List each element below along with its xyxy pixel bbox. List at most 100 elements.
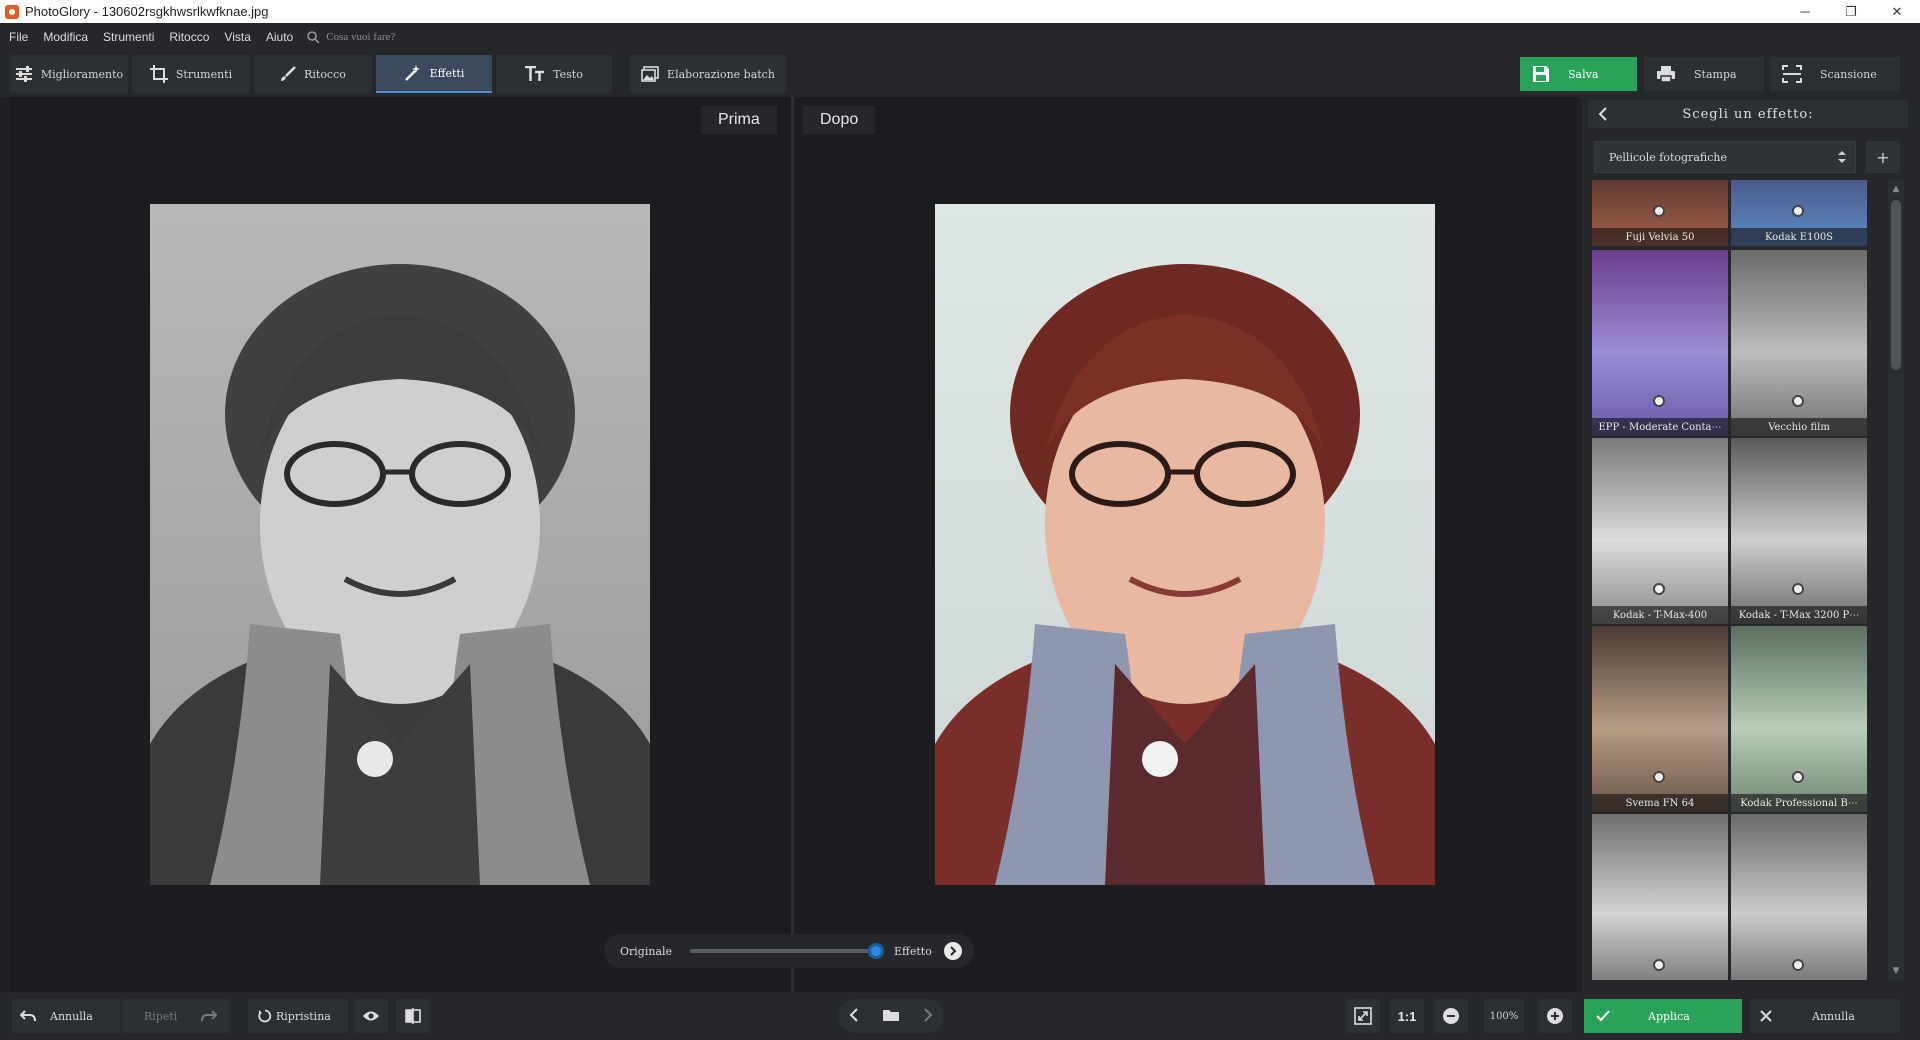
image-stack-icon <box>641 66 659 82</box>
magic-wand-icon <box>404 65 420 81</box>
chevron-left-icon <box>849 1007 859 1022</box>
scroll-up-icon[interactable]: ▲ <box>1891 184 1901 194</box>
original-label: Originale <box>620 944 673 958</box>
thumbnail-marker <box>1792 771 1804 783</box>
fit-to-screen-button[interactable] <box>1346 999 1380 1033</box>
main-toolbar: Miglioramento Strumenti Ritocco Effetti … <box>0 51 1920 97</box>
menu-ritocco[interactable]: Ritocco <box>160 30 215 44</box>
file-navigation <box>838 999 944 1033</box>
tab-testo[interactable]: Testo <box>496 55 612 93</box>
effect-thumbnail[interactable]: Vecchio film <box>1731 250 1867 436</box>
thumbnail-marker <box>1653 583 1665 595</box>
slider-fill <box>690 949 877 953</box>
effect-label: Effetto <box>894 944 932 958</box>
sliders-icon <box>15 66 32 82</box>
add-effect-button[interactable]: + <box>1866 141 1900 173</box>
compare-divider[interactable] <box>791 97 794 992</box>
bottom-bar: Annulla Ripeti Ripristina 1:1 100% Appli… <box>0 992 1920 1040</box>
tab-effetti[interactable]: Effetti <box>376 55 492 93</box>
zoom-out-button[interactable] <box>1434 999 1468 1033</box>
effect-thumbnail-label: Fuji Velvia 50 <box>1592 228 1728 246</box>
effect-thumbnail[interactable]: EPP - Moderate Conta⋯ <box>1592 250 1728 436</box>
scan-button[interactable]: Scansione <box>1770 57 1900 91</box>
effect-thumbnail-label: Kodak Professional B⋯ <box>1731 794 1867 812</box>
brush-icon <box>281 66 296 81</box>
menu-vista[interactable]: Vista <box>215 30 256 44</box>
reset-label: Ripristina <box>276 1009 331 1023</box>
open-folder-button[interactable] <box>882 1007 900 1026</box>
effect-thumbnail-label: Vecchio film <box>1731 418 1867 436</box>
tab-miglioramento[interactable]: Miglioramento <box>10 55 128 93</box>
next-photo-button[interactable] <box>923 1007 933 1026</box>
cancel-button[interactable]: Annulla <box>1750 999 1900 1033</box>
split-view-button[interactable] <box>396 999 430 1033</box>
effect-thumbnail[interactable]: Kodak Professional B⋯ <box>1731 626 1867 812</box>
title-bar: PhotoGlory - 130602rsgkhwsrlkwfknae.jpg … <box>0 0 1920 23</box>
thumbnail-marker <box>1792 959 1804 971</box>
search-box[interactable]: Cosa vuoi fare? <box>307 30 396 44</box>
effect-thumbnail[interactable]: Fuji Velvia 50 <box>1592 180 1728 246</box>
crop-icon <box>149 65 168 83</box>
window-title: PhotoGlory - 130602rsgkhwsrlkwfknae.jpg <box>25 4 269 19</box>
tab-label: Ritocco <box>304 67 346 81</box>
close-window-button[interactable]: ✕ <box>1874 0 1920 23</box>
effect-thumbnail[interactable]: Kodak - T-Max 3200 P⋯ <box>1731 438 1867 624</box>
tab-label: Testo <box>553 67 583 81</box>
menu-strumenti[interactable]: Strumenti <box>94 30 160 44</box>
apply-label: Applica <box>1648 1009 1690 1023</box>
search-placeholder: Cosa vuoi fare? <box>326 31 396 43</box>
original-photo[interactable] <box>150 204 650 885</box>
scroll-down-icon[interactable]: ▼ <box>1891 966 1901 976</box>
effect-thumbnail[interactable]: Svema FN 64 <box>1592 626 1728 812</box>
effect-thumbnail[interactable] <box>1592 814 1728 980</box>
effect-thumbnail[interactable]: Kodak E100S <box>1731 180 1867 246</box>
effect-category-select[interactable]: Pellicole fotografiche <box>1594 141 1856 173</box>
minimize-button[interactable]: ─ <box>1782 0 1828 23</box>
tab-ritocco[interactable]: Ritocco <box>254 55 372 93</box>
menu-bar: File Modifica Strumenti Ritocco Vista Ai… <box>0 23 1920 51</box>
before-label: Prima <box>701 106 777 134</box>
next-effect-button[interactable] <box>943 942 962 960</box>
effect-thumbnail[interactable]: Kodak - T-Max-400 <box>1592 438 1728 624</box>
printer-icon <box>1657 66 1675 83</box>
thumbnail-marker <box>1653 205 1665 217</box>
after-label: Dopo <box>803 106 876 134</box>
restore-button[interactable]: ❐ <box>1828 0 1874 23</box>
slider-knob[interactable] <box>868 943 885 959</box>
floppy-disk-icon <box>1533 66 1549 82</box>
app-logo-icon <box>5 4 19 19</box>
undo-button[interactable]: Annulla <box>12 999 120 1033</box>
zoom-level[interactable]: 100% <box>1484 999 1524 1033</box>
effect-thumbnail[interactable] <box>1731 814 1867 980</box>
redo-icon <box>201 1010 218 1022</box>
batch-processing-button[interactable]: Elaborazione batch <box>630 55 786 93</box>
close-icon <box>1760 1010 1772 1022</box>
zoom-in-button[interactable] <box>1538 999 1572 1033</box>
save-button[interactable]: Salva <box>1520 57 1637 91</box>
apply-button[interactable]: Applica <box>1584 999 1742 1033</box>
scrollbar-thumb[interactable] <box>1891 200 1901 370</box>
cancel-label: Annulla <box>1812 1009 1855 1023</box>
thumbnails-scrollbar[interactable]: ▲ ▼ <box>1888 180 1904 980</box>
zoom-in-icon <box>1547 1008 1563 1024</box>
menu-modifica[interactable]: Modifica <box>34 30 94 44</box>
zoom-out-icon <box>1443 1008 1459 1024</box>
thumbnail-marker <box>1792 395 1804 407</box>
tab-strumenti[interactable]: Strumenti <box>132 55 250 93</box>
checkmark-icon <box>1596 1010 1610 1022</box>
reset-button[interactable]: Ripristina <box>248 999 348 1033</box>
split-view-icon <box>405 1008 421 1024</box>
effect-thumbnails: Fuji Velvia 50 Kodak E100S EPP - Moderat… <box>1592 180 1868 980</box>
menu-file[interactable]: File <box>0 30 34 44</box>
effect-thumbnail-label: Kodak - T-Max-400 <box>1592 606 1728 624</box>
preview-toggle-button[interactable] <box>354 999 388 1033</box>
back-button[interactable] <box>1588 107 1618 121</box>
zoom-1to1-button[interactable]: 1:1 <box>1390 999 1424 1033</box>
print-button[interactable]: Stampa <box>1644 57 1764 91</box>
effect-photo[interactable] <box>935 204 1435 885</box>
redo-button[interactable]: Ripeti <box>122 999 230 1033</box>
slider-track[interactable] <box>690 943 885 959</box>
menu-aiuto[interactable]: Aiuto <box>257 30 299 44</box>
previous-photo-button[interactable] <box>849 1007 859 1026</box>
chevron-left-icon <box>1598 107 1607 121</box>
